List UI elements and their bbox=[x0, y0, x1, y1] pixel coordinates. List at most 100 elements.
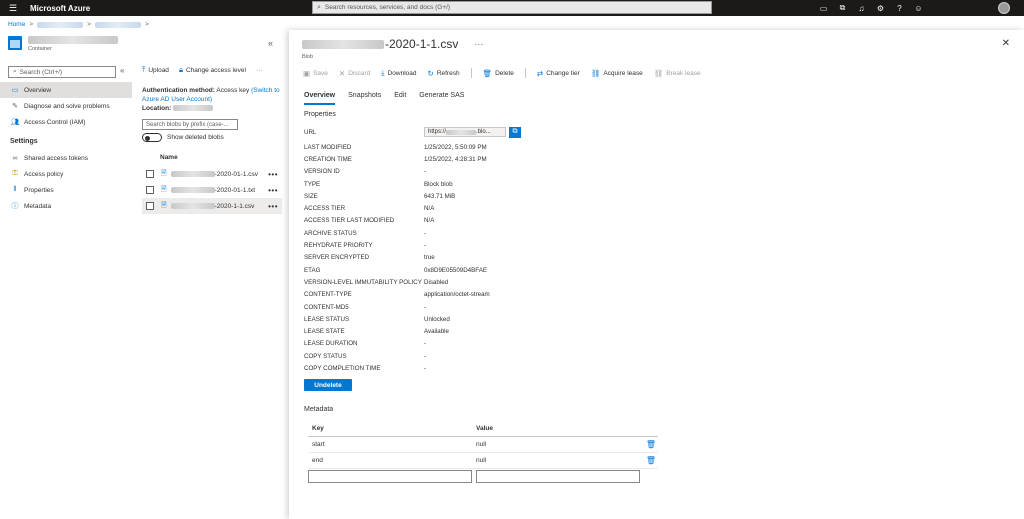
hamburger-menu-icon[interactable]: ☰ bbox=[4, 0, 22, 16]
metadata-key[interactable]: start bbox=[308, 441, 476, 448]
discard-button[interactable]: ✕ Discard bbox=[339, 69, 370, 78]
top-bar: ☰ Microsoft Azure ⌕ Search resources, se… bbox=[0, 0, 1024, 16]
trash-icon[interactable]: 🗑︎ bbox=[646, 440, 656, 449]
metadata-key-header: Key bbox=[312, 425, 324, 432]
delete-label: Delete bbox=[495, 69, 514, 77]
property-value: - bbox=[424, 242, 427, 250]
notifications-bell-icon[interactable]: ♫ bbox=[852, 0, 871, 16]
avatar[interactable] bbox=[998, 2, 1010, 14]
directory-filter-icon[interactable]: ⧉ bbox=[833, 0, 852, 16]
copy-icon[interactable]: ⧉ bbox=[509, 126, 521, 138]
sidebar-item-access-control[interactable]: 👥︎ Access Control (IAM) bbox=[0, 114, 132, 130]
sidebar-item-access-policy[interactable]: ⚿ Access policy bbox=[0, 166, 132, 182]
row-more-icon[interactable]: ••• bbox=[268, 170, 278, 179]
toolbar-divider bbox=[524, 68, 526, 78]
property-key: ETAG bbox=[304, 266, 321, 274]
more-options-icon[interactable]: ··· bbox=[256, 67, 263, 74]
tab-snapshots[interactable]: Snapshots bbox=[348, 92, 381, 105]
collapse-nav-icon[interactable]: « bbox=[120, 66, 124, 75]
location-value-redacted bbox=[173, 105, 214, 112]
delete-button[interactable]: 🗑︎ Delete bbox=[483, 69, 514, 78]
row-checkbox[interactable] bbox=[146, 170, 154, 178]
swap-icon: ⇄ bbox=[536, 68, 544, 78]
metadata-value[interactable]: null bbox=[476, 457, 658, 464]
row-more-icon[interactable]: ••• bbox=[268, 186, 278, 195]
broken-link-icon: ⛓︎ bbox=[653, 68, 664, 78]
property-key: URL bbox=[304, 128, 317, 136]
tab-edit[interactable]: Edit bbox=[394, 92, 406, 105]
property-key: COPY COMPLETION TIME bbox=[304, 364, 381, 372]
property-value: 0x8D9E05509D4BFAE bbox=[424, 266, 487, 274]
sidebar-item-metadata[interactable]: ⓘ Metadata bbox=[0, 198, 132, 214]
acquire-lease-button[interactable]: ⛓︎ Acquire lease bbox=[591, 69, 643, 78]
file-name-redacted bbox=[170, 187, 215, 193]
link-icon: ⛓︎ bbox=[590, 68, 601, 78]
property-key: LEASE DURATION bbox=[304, 340, 358, 348]
undelete-button[interactable]: Undelete bbox=[304, 379, 352, 391]
trash-icon[interactable]: 🗑︎ bbox=[646, 456, 656, 465]
metadata-value[interactable]: null bbox=[476, 441, 658, 448]
url-field[interactable]: https:// .blo... bbox=[424, 127, 506, 137]
table-row[interactable]: 🗎 -2020-1-1.csv ••• bbox=[142, 198, 282, 214]
property-key: CONTENT-TYPE bbox=[304, 291, 352, 299]
breadcrumb-storage-account-redacted[interactable] bbox=[37, 21, 84, 28]
brand-title[interactable]: Microsoft Azure bbox=[30, 4, 90, 13]
global-search-input[interactable]: ⌕ Search resources, services, and docs (… bbox=[312, 1, 712, 14]
tab-overview[interactable]: Overview bbox=[304, 92, 336, 105]
change-tier-button[interactable]: ⇄ Change tier bbox=[537, 69, 580, 78]
property-value: - bbox=[424, 340, 427, 348]
save-button[interactable]: ▣ Save bbox=[303, 69, 328, 78]
blob-prefix-search-input[interactable]: Search blobs by prefix (case-... bbox=[142, 119, 238, 130]
change-tier-label: Change tier bbox=[546, 69, 580, 77]
metadata-new-key-input[interactable] bbox=[308, 470, 472, 483]
sidebar-item-label: Overview bbox=[24, 86, 52, 94]
tab-generate-sas[interactable]: Generate SAS bbox=[419, 92, 464, 105]
resource-name-redacted bbox=[28, 36, 118, 44]
break-lease-button[interactable]: ⛓︎ Break lease bbox=[654, 69, 701, 78]
upload-button[interactable]: ⤒ Upload bbox=[142, 65, 169, 75]
download-button[interactable]: ⤓ Download bbox=[381, 68, 416, 78]
nav-search-input[interactable]: ⌕ Search (Ctrl+/) bbox=[8, 66, 116, 78]
breadcrumb-container-redacted[interactable] bbox=[94, 21, 141, 28]
row-checkbox[interactable] bbox=[146, 202, 154, 210]
property-key: COPY STATUS bbox=[304, 352, 347, 360]
sidebar-item-label: Access Control (IAM) bbox=[24, 118, 86, 126]
refresh-button[interactable]: ↻ Refresh bbox=[428, 69, 460, 78]
sidebar-item-shared-access-tokens[interactable]: ∞ Shared access tokens bbox=[0, 150, 132, 166]
property-key: ACCESS TIER bbox=[304, 205, 346, 213]
property-key: SIZE bbox=[304, 192, 318, 200]
auth-method-label: Authentication method: bbox=[142, 87, 215, 94]
blob-name-redacted bbox=[302, 39, 384, 49]
sidebar-item-overview[interactable]: ▭ Overview bbox=[0, 82, 132, 98]
panel-subtitle: Blob bbox=[302, 54, 314, 60]
wrench-icon: ✎ bbox=[12, 103, 18, 110]
settings-gear-icon[interactable]: ⚙ bbox=[871, 0, 890, 16]
cloud-shell-icon[interactable]: ▭ bbox=[814, 0, 833, 16]
row-more-icon[interactable]: ••• bbox=[268, 202, 278, 211]
close-icon[interactable]: ✕ bbox=[1002, 38, 1010, 49]
trash-icon: 🗑︎ bbox=[482, 68, 493, 78]
name-column-header[interactable]: Name bbox=[142, 154, 282, 166]
property-key: SERVER ENCRYPTED bbox=[304, 254, 370, 262]
file-name-redacted bbox=[170, 171, 215, 177]
table-row[interactable]: 🗎 -2020-01-1.csv ••• bbox=[142, 166, 282, 182]
key-icon: ⚿ bbox=[12, 170, 18, 177]
breadcrumb-separator: > bbox=[87, 21, 91, 28]
discard-icon: ✕ bbox=[338, 68, 346, 78]
sidebar-item-diagnose[interactable]: ✎ Diagnose and solve problems bbox=[0, 98, 132, 114]
breadcrumb-home[interactable]: Home bbox=[8, 21, 25, 28]
change-access-level-button[interactable]: 🔒︎ Change access level bbox=[179, 65, 246, 75]
table-row[interactable]: 🗎 -2020-01-1.txt ••• bbox=[142, 182, 282, 198]
show-deleted-toggle[interactable] bbox=[142, 133, 162, 142]
feedback-icon[interactable]: ☺ bbox=[909, 0, 928, 16]
property-row: VERSION ID - bbox=[304, 166, 534, 178]
help-icon[interactable]: ? bbox=[890, 0, 909, 16]
collapse-list-icon[interactable]: « bbox=[268, 38, 273, 48]
sidebar-item-properties[interactable]: ⫴ Properties bbox=[0, 182, 132, 198]
panel-more-icon[interactable]: ··· bbox=[474, 39, 483, 49]
table-row: end null 🗑︎ bbox=[308, 453, 658, 469]
info-icon: ⓘ bbox=[11, 203, 19, 210]
metadata-new-value-input[interactable] bbox=[476, 470, 640, 483]
row-checkbox[interactable] bbox=[146, 186, 154, 194]
metadata-key[interactable]: end bbox=[308, 457, 476, 464]
